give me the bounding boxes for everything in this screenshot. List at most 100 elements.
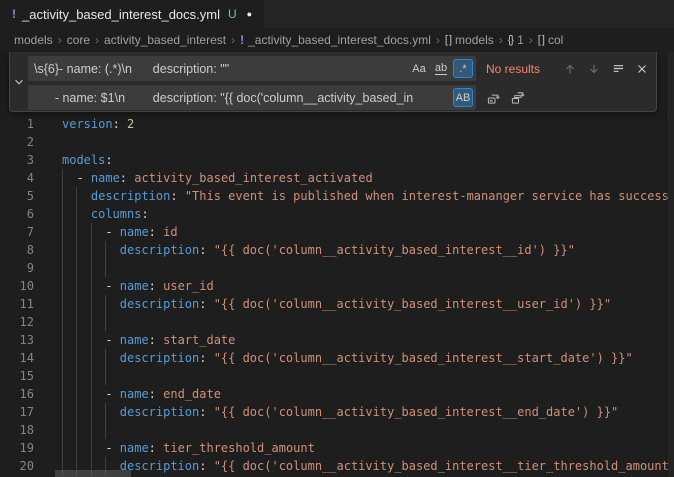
modified-dot-icon[interactable]: ● bbox=[247, 9, 252, 19]
line-content: - name: end_date bbox=[62, 385, 221, 403]
code-line: 16 - name: end_date bbox=[0, 385, 674, 403]
regex-button[interactable]: .* bbox=[453, 59, 473, 78]
replace-row: - name: $1\n description: "{{ doc('colum… bbox=[28, 85, 652, 110]
indent-guide bbox=[91, 313, 105, 331]
breadcrumb-label: _activity_based_interest_docs.yml bbox=[248, 33, 431, 47]
indent-guide bbox=[76, 295, 90, 313]
breadcrumb-item[interactable]: [ ]models bbox=[445, 33, 494, 47]
line-number: 9 bbox=[0, 259, 34, 277]
indent-guide bbox=[105, 241, 119, 259]
indent-guide bbox=[62, 385, 76, 403]
breadcrumb-separator-icon: › bbox=[58, 33, 62, 47]
line-content: - name: user_id bbox=[62, 277, 214, 295]
indent-guide bbox=[62, 349, 76, 367]
preserve-case-button[interactable]: AB bbox=[453, 88, 473, 107]
find-replace-widget: \s{6}- name: (.*)\n description: "" Aa a… bbox=[9, 52, 657, 112]
replace-value-text: - name: $1\n description: "{{ doc('colum… bbox=[34, 91, 451, 105]
line-number: 16 bbox=[0, 385, 34, 403]
code-line: 12 bbox=[0, 313, 674, 331]
whole-word-button[interactable]: ab bbox=[431, 59, 451, 78]
indent-guide bbox=[76, 403, 90, 421]
breadcrumb-item[interactable]: core bbox=[67, 33, 90, 47]
tab-active[interactable]: ! _activity_based_interest_docs.yml U ● bbox=[0, 0, 265, 28]
code-line: 14 description: "{{ doc('column__activity… bbox=[0, 349, 674, 367]
code-line: 7- name: id bbox=[0, 223, 674, 241]
line-content: - name: activity_based_interest_activate… bbox=[62, 169, 373, 187]
code-line: 11description: "{{ doc('column__activity… bbox=[0, 295, 674, 313]
breadcrumb-item[interactable]: [ ]col bbox=[538, 33, 564, 47]
code-line: 10 - name: user_id bbox=[0, 277, 674, 295]
indent-guide bbox=[62, 367, 76, 385]
breadcrumb-item[interactable]: models bbox=[14, 33, 53, 47]
find-input[interactable]: \s{6}- name: (.*)\n description: "" Aa a… bbox=[28, 56, 476, 81]
indent-guide bbox=[105, 403, 119, 421]
line-number: 5 bbox=[0, 187, 34, 205]
close-icon bbox=[635, 62, 649, 76]
breadcrumb-label: models bbox=[455, 33, 494, 47]
breadcrumb-item[interactable]: !_activity_based_interest_docs.yml bbox=[240, 33, 431, 47]
indent-guide bbox=[91, 295, 105, 313]
line-number: 6 bbox=[0, 205, 34, 223]
line-content: description: "{{ doc('column__activity_b… bbox=[62, 295, 611, 313]
indent-guide bbox=[91, 421, 105, 439]
indent-guide bbox=[76, 439, 90, 457]
indent-guide bbox=[76, 205, 90, 223]
indent-guide bbox=[91, 277, 105, 295]
indent-guide bbox=[91, 367, 105, 385]
indent-guide bbox=[105, 295, 119, 313]
breadcrumb-label: 1 bbox=[517, 33, 524, 47]
line-content: - name: tier_threshold_amount bbox=[62, 439, 315, 457]
close-find-button[interactable] bbox=[632, 59, 652, 79]
find-query-text: \s{6}- name: (.*)\n description: "" bbox=[34, 62, 407, 76]
line-number: 15 bbox=[0, 367, 34, 385]
line-content: description: "{{ doc('column__activity_b… bbox=[62, 349, 633, 367]
breadcrumb-separator-icon: › bbox=[499, 33, 503, 47]
vertical-scrollbar[interactable] bbox=[666, 52, 674, 477]
code-line: 3models: bbox=[0, 151, 674, 169]
next-match-button[interactable] bbox=[584, 59, 604, 79]
code-lines: 1version: 223models:4- name: activity_ba… bbox=[0, 52, 674, 475]
breadcrumb-separator-icon: › bbox=[529, 33, 533, 47]
indent-guide bbox=[91, 439, 105, 457]
line-number: 8 bbox=[0, 241, 34, 259]
indent-guide bbox=[105, 313, 119, 331]
indent-guide bbox=[62, 331, 76, 349]
code-line: 8description: "{{ doc('column__activity_… bbox=[0, 241, 674, 259]
replace-input[interactable]: - name: $1\n description: "{{ doc('colum… bbox=[28, 85, 476, 110]
breadcrumb-item[interactable]: activity_based_interest bbox=[104, 33, 226, 47]
indent-guide bbox=[62, 169, 76, 187]
code-editor[interactable]: 1version: 223models:4- name: activity_ba… bbox=[0, 52, 674, 477]
match-case-button[interactable]: Aa bbox=[409, 59, 429, 78]
yaml-file-icon: ! bbox=[12, 7, 16, 21]
line-content: description: "{{ doc('column__activity_b… bbox=[62, 457, 669, 475]
arrow-up-icon bbox=[563, 62, 577, 76]
line-number: 1 bbox=[0, 115, 34, 133]
vscode-window: ! _activity_based_interest_docs.yml U ● … bbox=[0, 0, 674, 477]
indent-guide bbox=[76, 259, 90, 277]
code-line: 15 bbox=[0, 367, 674, 385]
line-number: 14 bbox=[0, 349, 34, 367]
line-content: - name: start_date bbox=[62, 331, 235, 349]
breadcrumb-item[interactable]: {}1 bbox=[508, 33, 524, 47]
indent-guide bbox=[76, 313, 90, 331]
previous-match-button[interactable] bbox=[560, 59, 580, 79]
indent-guide bbox=[105, 421, 119, 439]
indent-guide bbox=[62, 439, 76, 457]
line-content: models: bbox=[62, 151, 113, 169]
replace-button[interactable] bbox=[484, 88, 504, 108]
indent-guide bbox=[91, 259, 105, 277]
toggle-replace-button[interactable] bbox=[10, 52, 28, 111]
line-content bbox=[62, 313, 120, 331]
indent-guide bbox=[76, 187, 90, 205]
line-number: 10 bbox=[0, 277, 34, 295]
code-line: 1version: 2 bbox=[0, 115, 674, 133]
indent-guide bbox=[91, 403, 105, 421]
horizontal-scrollbar[interactable] bbox=[55, 470, 131, 477]
breadcrumb: models › core › activity_based_interest › !_ac… bbox=[0, 28, 674, 52]
indent-guide bbox=[105, 349, 119, 367]
indent-guide bbox=[76, 421, 90, 439]
breadcrumb-label: models bbox=[14, 33, 53, 47]
indent-guide bbox=[105, 259, 119, 277]
replace-all-button[interactable] bbox=[508, 88, 528, 108]
find-in-selection-button[interactable] bbox=[608, 59, 628, 79]
